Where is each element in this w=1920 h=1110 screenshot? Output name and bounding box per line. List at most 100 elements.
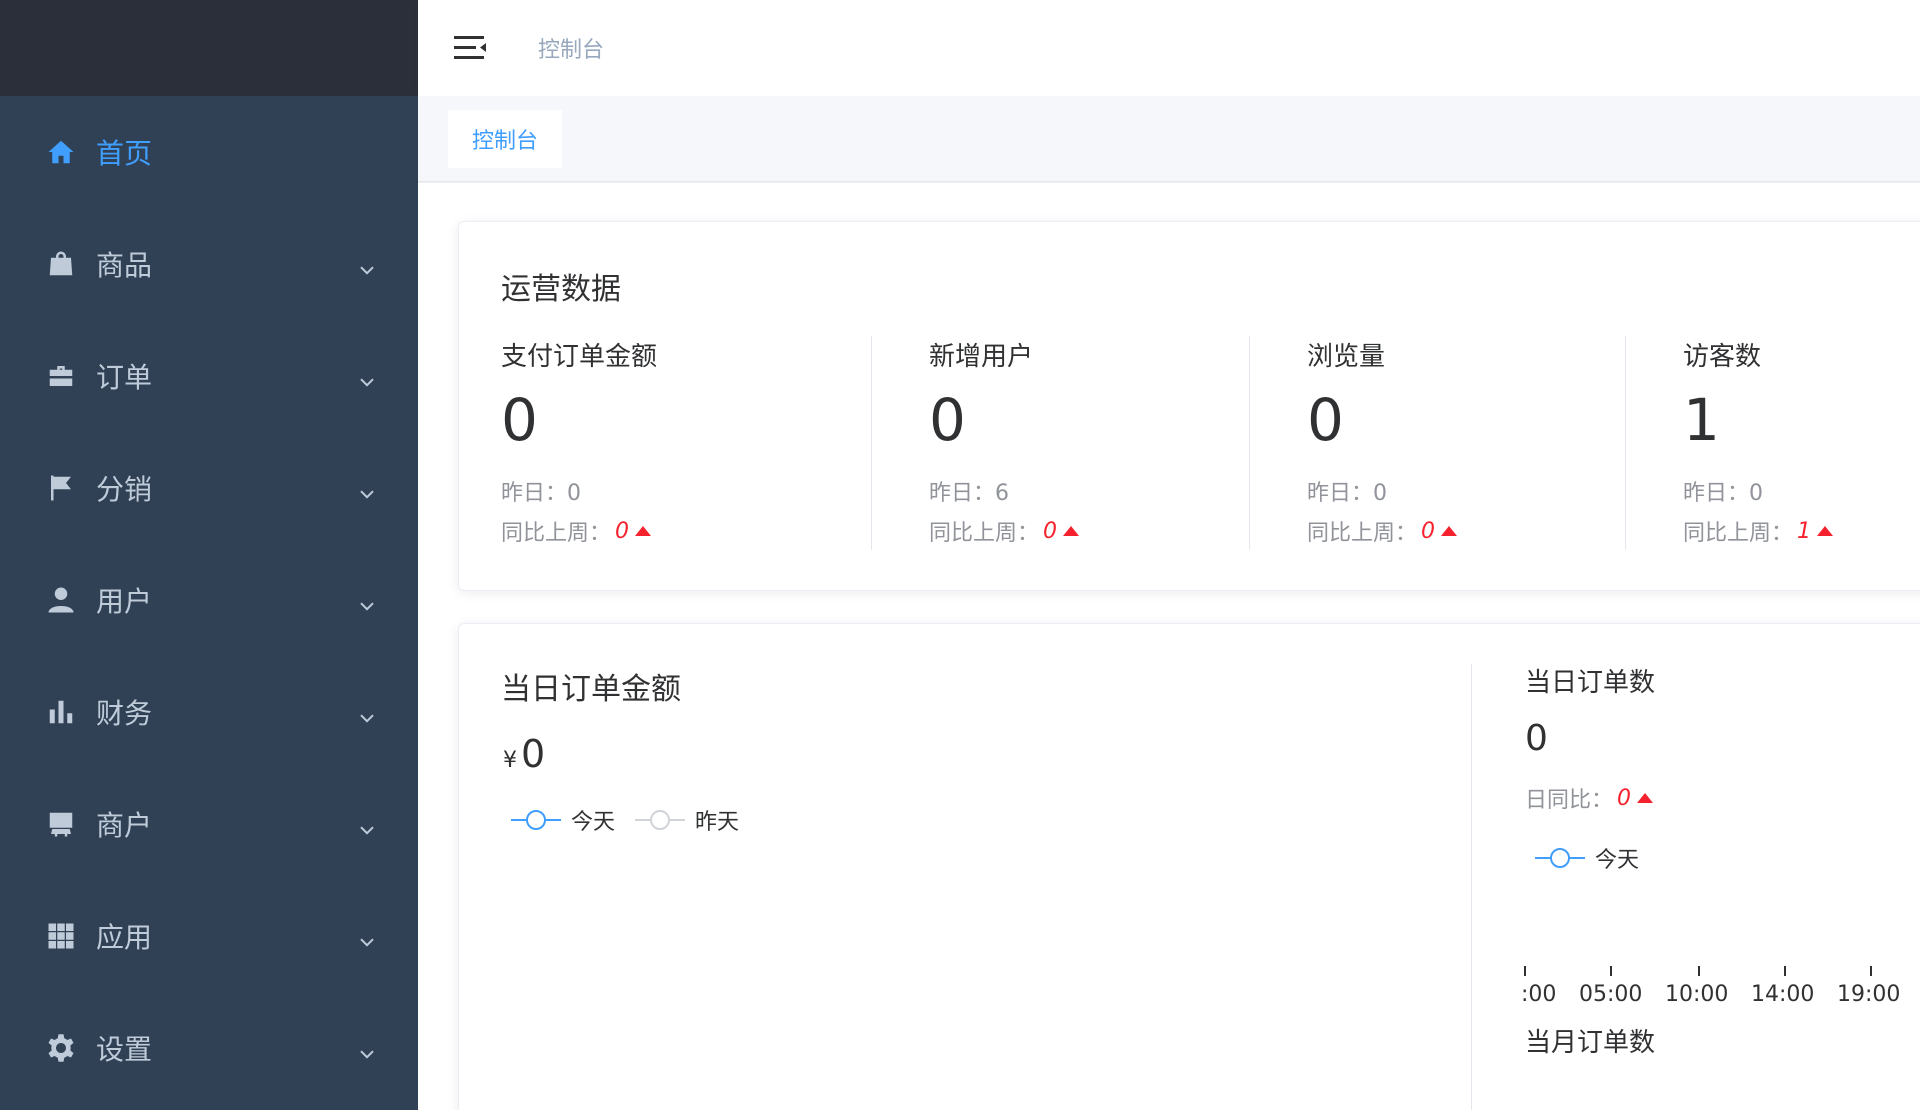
yesterday-value: 0	[1749, 481, 1764, 506]
x-tick-label: 10:00	[1665, 982, 1729, 1007]
legend-label: 昨天	[695, 810, 740, 835]
wow-value: 0	[1421, 518, 1436, 544]
x-tick-label: 14:00	[1751, 982, 1815, 1007]
briefcase-icon	[46, 361, 76, 391]
daily-order-amount: ¥ 0	[503, 732, 545, 776]
stat-value: 0	[929, 386, 966, 454]
yesterday-value: 6	[995, 481, 1010, 506]
caret-up-icon	[1817, 526, 1834, 536]
dod-value: 0	[1617, 785, 1632, 811]
daily-order-count-compare: 日同比： 0	[1525, 782, 1654, 814]
yesterday-label: 昨日：	[929, 481, 996, 506]
wow-label: 同比上周：	[1307, 521, 1418, 546]
caret-up-icon	[1637, 793, 1654, 803]
currency-symbol: ¥	[503, 748, 517, 773]
dod-label: 日同比：	[1525, 788, 1614, 813]
chevron-down-icon	[358, 253, 376, 275]
sidebar-item-merchants[interactable]: 商户	[0, 768, 418, 880]
stat-week-compare: 同比上周： 0	[1307, 515, 1458, 547]
stat-yesterday: 昨日：0	[501, 475, 657, 507]
stat-page-views: 浏览量 0 昨日：0 同比上周： 0	[1307, 336, 1458, 547]
grid-icon	[46, 921, 76, 951]
caret-up-icon	[1441, 526, 1458, 536]
chevron-down-icon	[358, 1037, 376, 1059]
yesterday-label: 昨日：	[501, 481, 568, 506]
sidebar-item-label: 用户	[96, 585, 153, 618]
sidebar-item-label: 订单	[96, 361, 153, 394]
sidebar-menu: 首页 商品 订单 分销 用户 财务 商户 应用 设置	[0, 96, 418, 1104]
top-header: 控制台	[418, 0, 1920, 96]
yesterday-value: 0	[567, 481, 582, 506]
wow-value: 1	[1797, 518, 1812, 544]
stat-week-compare: 同比上周： 0	[501, 515, 657, 547]
sidebar-item-distribution[interactable]: 分销	[0, 432, 418, 544]
yesterday-label: 昨日：	[1683, 481, 1750, 506]
legend-label: 今天	[571, 810, 616, 835]
menu-toggle-icon[interactable]	[452, 33, 488, 63]
stat-label: 访客数	[1683, 342, 1762, 372]
stat-yesterday: 昨日：6	[929, 475, 1079, 507]
stat-visitors: 访客数 1 昨日：0 同比上周： 1	[1683, 336, 1834, 547]
count-chart-legend: 今天	[1535, 842, 1659, 874]
chevron-down-icon	[358, 813, 376, 835]
sidebar-item-orders[interactable]: 订单	[0, 320, 418, 432]
sidebar-item-label: 首页	[96, 137, 153, 170]
wow-label: 同比上周：	[1683, 521, 1794, 546]
stat-divider	[1625, 336, 1626, 550]
sidebar-item-finance[interactable]: 财务	[0, 656, 418, 768]
caret-up-icon	[635, 526, 652, 536]
sidebar-item-label: 设置	[96, 1033, 153, 1066]
legend-today[interactable]: 今天	[1535, 842, 1639, 874]
sidebar-item-apps[interactable]: 应用	[0, 880, 418, 992]
chevron-down-icon	[358, 925, 376, 947]
sidebar-logo-area	[0, 0, 418, 96]
chevron-down-icon	[358, 701, 376, 723]
store-icon	[46, 809, 76, 839]
daily-order-amount-value: 0	[521, 732, 546, 776]
stat-new-users: 新增用户 0 昨日：6 同比上周： 0	[929, 336, 1080, 546]
stat-value: 0	[1307, 386, 1344, 454]
flag-icon	[46, 473, 76, 503]
operations-card: 运营数据 支付订单金额 0 昨日：0 同比上周： 0 新增用户 0 昨日：6 同比…	[458, 221, 1920, 591]
line-marker-icon	[511, 810, 561, 830]
daily-order-count-value: 0	[1525, 718, 1548, 759]
user-icon	[46, 585, 76, 615]
chevron-down-icon	[358, 365, 376, 387]
daily-order-count-title: 当日订单数	[1525, 668, 1656, 698]
wow-value: 0	[1043, 518, 1058, 544]
line-marker-icon	[1535, 848, 1585, 868]
stat-divider	[871, 336, 872, 550]
stat-value: 0	[501, 386, 538, 454]
stat-label: 支付订单金额	[501, 342, 658, 372]
caret-up-icon	[1063, 526, 1080, 536]
stat-label: 新增用户	[929, 342, 1034, 372]
yesterday-value: 0	[1373, 481, 1388, 506]
legend-yesterday[interactable]: 昨天	[635, 804, 739, 836]
sidebar-item-products[interactable]: 商品	[0, 208, 418, 320]
shopping-bag-icon	[46, 249, 76, 279]
stat-paid-order-amount: 支付订单金额 0 昨日：0 同比上周： 0	[501, 336, 657, 546]
wow-label: 同比上周：	[501, 521, 612, 546]
bar-chart-icon	[46, 697, 76, 727]
sidebar-item-settings[interactable]: 设置	[0, 992, 418, 1104]
tags-view: 控制台	[418, 96, 1920, 182]
sidebar: 首页 商品 订单 分销 用户 财务 商户 应用 设置	[0, 0, 418, 1110]
stat-yesterday: 昨日：0	[1683, 475, 1833, 507]
order-card-divider	[1471, 664, 1472, 1110]
breadcrumb: 控制台	[538, 38, 605, 63]
sidebar-item-label: 商户	[96, 809, 153, 842]
sidebar-item-users[interactable]: 用户	[0, 544, 418, 656]
sidebar-item-label: 财务	[96, 697, 153, 730]
stat-label: 浏览量	[1307, 342, 1386, 372]
yesterday-label: 昨日：	[1307, 481, 1374, 506]
legend-today[interactable]: 今天	[511, 804, 615, 836]
stat-divider	[1249, 336, 1250, 550]
stat-week-compare: 同比上周： 1	[1683, 515, 1834, 547]
legend-label: 今天	[1595, 848, 1640, 873]
stat-value: 1	[1683, 386, 1720, 454]
daily-order-card: 当日订单金额 ¥ 0 今天 昨天 当日订单数 0 日同比： 0 今天:00 0…	[458, 623, 1920, 1110]
sidebar-item-home[interactable]: 首页	[0, 96, 418, 208]
x-tick-label: 19:00	[1837, 982, 1901, 1007]
tag-dashboard[interactable]: 控制台	[448, 110, 563, 168]
chevron-down-icon	[358, 589, 376, 611]
